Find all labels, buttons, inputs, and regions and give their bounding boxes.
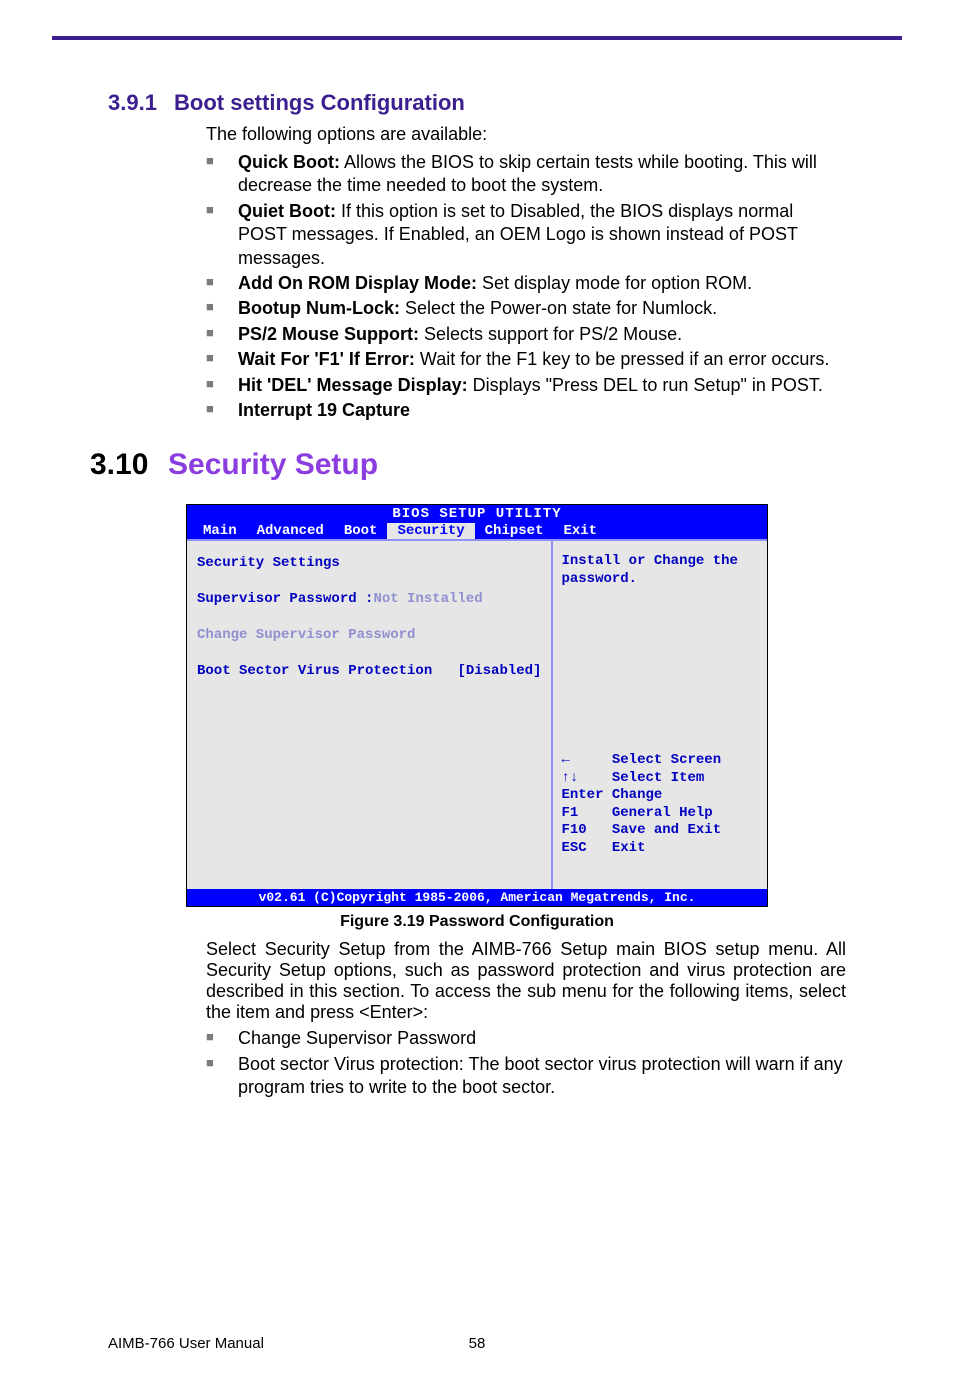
- list-item-label: Interrupt 19 Capture: [238, 400, 410, 420]
- figure-caption: Figure 3.19 Password Configuration: [108, 913, 846, 931]
- tab-main[interactable]: Main: [193, 523, 247, 539]
- subsection-number: 3.9.1: [108, 90, 174, 116]
- page-number: 58: [469, 1335, 486, 1352]
- bios-title: BIOS SETUP UTILITY: [187, 505, 767, 523]
- bios-left-pane: Security Settings Supervisor Password :N…: [187, 539, 553, 889]
- list-item-label: Wait For 'F1' If Error:: [238, 349, 415, 369]
- list-item-label: Bootup Num-Lock:: [238, 298, 400, 318]
- bios-screenshot: BIOS SETUP UTILITY Main Advanced Boot Se…: [186, 504, 768, 907]
- change-supervisor-password[interactable]: Change Supervisor Password: [197, 627, 541, 643]
- nav-esc: ESC Exit: [561, 840, 759, 858]
- section-title: Security Setup: [168, 448, 378, 482]
- nav-select-screen: ← Select Screen: [561, 752, 759, 770]
- tab-security[interactable]: Security: [387, 523, 474, 539]
- list-item: Quick Boot: Allows the BIOS to skip cert…: [206, 151, 846, 198]
- body-paragraph: Select Security Setup from the AIMB-766 …: [206, 939, 846, 1023]
- security-settings-heading: Security Settings: [197, 555, 541, 571]
- list-item: Add On ROM Display Mode: Set display mod…: [206, 272, 846, 295]
- list-item: Boot sector Virus protection: The boot s…: [206, 1053, 846, 1100]
- tab-boot[interactable]: Boot: [334, 523, 388, 539]
- body-bullet-list: Change Supervisor Password Boot sector V…: [206, 1027, 846, 1099]
- bios-tabs: Main Advanced Boot Security Chipset Exit: [187, 523, 767, 539]
- list-item: Quiet Boot: If this option is set to Dis…: [206, 200, 846, 270]
- page-footer: AIMB-766 User Manual 58: [108, 1335, 846, 1352]
- bvp-label: Boot Sector Virus Protection: [197, 663, 441, 679]
- list-item: Wait For 'F1' If Error: Wait for the F1 …: [206, 348, 846, 371]
- tab-chipset[interactable]: Chipset: [475, 523, 554, 539]
- boot-sector-virus-row[interactable]: Boot Sector Virus Protection [Disabled]: [197, 663, 541, 679]
- nav-f10: F10 Save and Exit: [561, 822, 759, 840]
- bios-right-pane: Install or Change the password. ← Select…: [553, 539, 767, 889]
- list-item-text: Wait for the F1 key to be pressed if an …: [415, 349, 830, 369]
- list-item-label: Quick Boot:: [238, 152, 340, 172]
- bios-copyright: v02.61 (C)Copyright 1985-2006, American …: [187, 889, 767, 906]
- list-item-label: Add On ROM Display Mode:: [238, 273, 477, 293]
- list-item-text: Displays "Press DEL to run Setup" in POS…: [468, 375, 823, 395]
- supervisor-password-label: Supervisor Password :: [197, 591, 373, 607]
- tab-exit[interactable]: Exit: [553, 523, 607, 539]
- list-item-text: Selects support for PS/2 Mouse.: [419, 324, 682, 344]
- list-item-text: Select the Power-on state for Numlock.: [400, 298, 717, 318]
- bios-nav-keys: ← Select Screen ↑↓ Select Item Enter Cha…: [561, 752, 759, 857]
- list-item-text: Change Supervisor Password: [238, 1028, 476, 1048]
- list-item-text: Boot sector Virus protection: The boot s…: [238, 1054, 843, 1097]
- subsection-title: Boot settings Configuration: [174, 90, 465, 116]
- lead-text: The following options are available:: [206, 124, 846, 145]
- subsection-header: 3.9.1 Boot settings Configuration: [108, 90, 846, 116]
- section-header: 3.10 Security Setup: [108, 448, 846, 482]
- footer-doc-title: AIMB-766 User Manual: [108, 1335, 264, 1352]
- list-item-label: Hit 'DEL' Message Display:: [238, 375, 468, 395]
- list-item-label: Quiet Boot:: [238, 201, 336, 221]
- options-list: Quick Boot: Allows the BIOS to skip cert…: [206, 151, 846, 422]
- list-item: Change Supervisor Password: [206, 1027, 846, 1050]
- nav-f1: F1 General Help: [561, 805, 759, 823]
- list-item: Bootup Num-Lock: Select the Power-on sta…: [206, 297, 846, 320]
- page-content: 3.9.1 Boot settings Configuration The fo…: [0, 40, 954, 1099]
- nav-select-item: ↑↓ Select Item: [561, 770, 759, 788]
- nav-enter: Enter Change: [561, 787, 759, 805]
- bios-body: Security Settings Supervisor Password :N…: [187, 539, 767, 889]
- tab-advanced[interactable]: Advanced: [247, 523, 334, 539]
- list-item: PS/2 Mouse Support: Selects support for …: [206, 323, 846, 346]
- list-item-label: PS/2 Mouse Support:: [238, 324, 419, 344]
- section-number: 3.10: [90, 448, 168, 482]
- bios-help-text: Install or Change the password.: [561, 553, 759, 588]
- supervisor-password-row: Supervisor Password :Not Installed: [197, 591, 541, 607]
- list-item: Hit 'DEL' Message Display: Displays "Pre…: [206, 374, 846, 397]
- supervisor-password-value: Not Installed: [373, 591, 482, 607]
- list-item-text: Set display mode for option ROM.: [477, 273, 752, 293]
- bvp-value: [Disabled]: [441, 663, 542, 679]
- list-item: Interrupt 19 Capture: [206, 399, 846, 422]
